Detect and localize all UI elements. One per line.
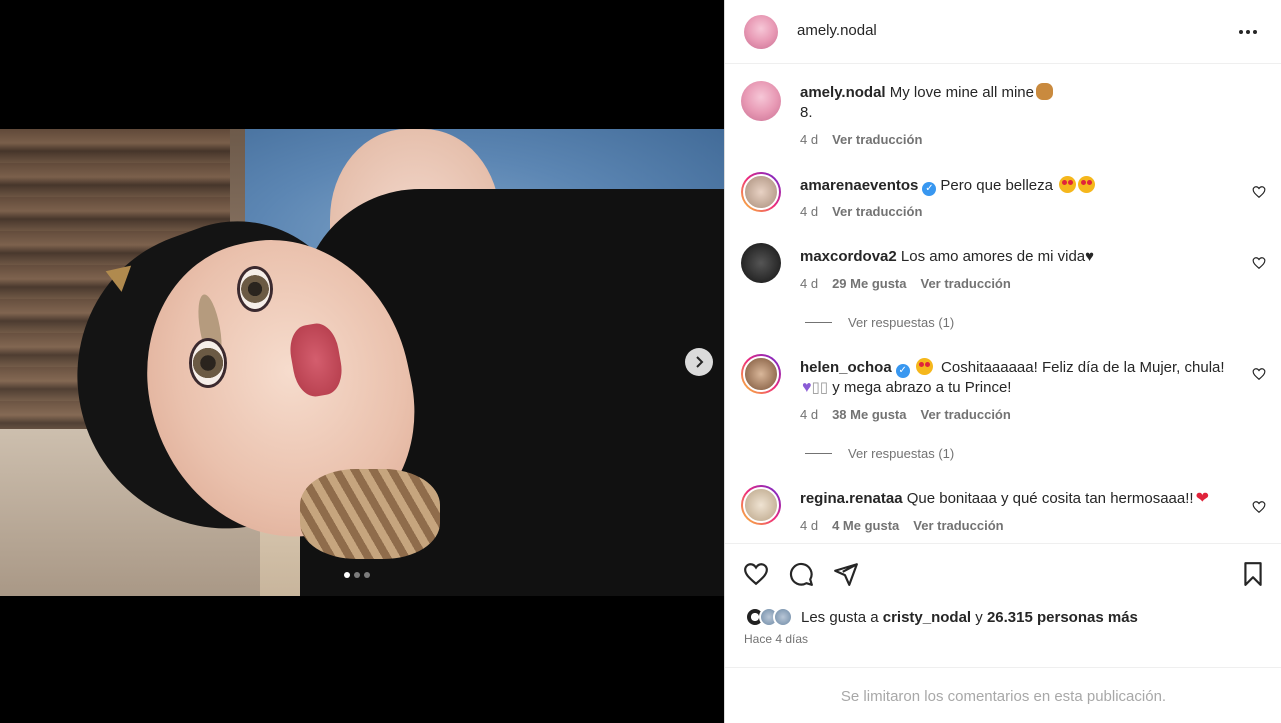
comment-meta: 4 d 4 Me gusta Ver traducción bbox=[800, 518, 1004, 533]
see-translation-link[interactable]: Ver traducción bbox=[921, 407, 1011, 422]
bookmark-icon[interactable] bbox=[1240, 561, 1266, 587]
carousel-dot bbox=[364, 572, 370, 578]
photo-hair bbox=[300, 469, 440, 559]
avatar[interactable] bbox=[741, 243, 781, 283]
carousel-dots bbox=[344, 572, 370, 578]
view-replies-button[interactable]: Ver respuestas (1) bbox=[805, 446, 954, 461]
heart-eyes-emoji-icon bbox=[915, 358, 933, 375]
comment-time[interactable]: 4 d bbox=[800, 518, 818, 533]
avatar[interactable] bbox=[741, 81, 781, 121]
comment-text: Los amo amores de mi vida♥ bbox=[900, 248, 1095, 265]
like-comment-heart-icon[interactable] bbox=[1252, 185, 1266, 199]
comment-icon[interactable] bbox=[788, 561, 814, 587]
comment-username[interactable]: amarenaeventos bbox=[800, 177, 918, 194]
comment-body: helen_ochoa ✓ Coshitaaaaaa! Feliz día de … bbox=[800, 358, 1230, 398]
comment-body: maxcordova2 Los amo amores de mi vida♥ bbox=[800, 247, 1230, 267]
purple-heart-emoji-icon: ♥ bbox=[802, 379, 812, 396]
comments-limited-notice: Se limitaron los comentarios en esta pub… bbox=[725, 667, 1281, 723]
more-options-button[interactable] bbox=[1239, 22, 1263, 42]
comment-meta: 4 d 29 Me gusta Ver traducción bbox=[800, 276, 1011, 291]
post-time[interactable]: Hace 4 días bbox=[744, 632, 808, 646]
comments-list[interactable]: amely.nodal My love mine all mine 8. 4 d… bbox=[725, 65, 1281, 543]
comment-username[interactable]: amely.nodal bbox=[800, 84, 886, 101]
comment-text: Que bonitaaa y qué cosita tan hermosaaa!… bbox=[906, 490, 1194, 507]
others-likes-link[interactable]: 26.315 personas más bbox=[987, 609, 1138, 626]
likes-prefix: Les gusta a bbox=[801, 608, 879, 626]
photo-eye bbox=[192, 341, 224, 385]
comment-time[interactable]: 4 d bbox=[800, 204, 818, 219]
carousel-next-button[interactable] bbox=[685, 348, 713, 376]
avatar[interactable] bbox=[741, 172, 781, 212]
caption-line2: 8. bbox=[800, 104, 813, 121]
see-translation-link[interactable]: Ver traducción bbox=[913, 518, 1003, 533]
carousel-dot bbox=[354, 572, 360, 578]
likes-and: y bbox=[975, 608, 983, 626]
comment-time[interactable]: 4 d bbox=[800, 407, 818, 422]
media-pane bbox=[0, 0, 724, 723]
comment-username[interactable]: maxcordova2 bbox=[800, 248, 897, 265]
avatar[interactable] bbox=[741, 485, 781, 525]
chevron-right-icon bbox=[696, 356, 704, 368]
comment-time[interactable]: 4 d bbox=[800, 276, 818, 291]
post-photo[interactable] bbox=[0, 129, 724, 596]
more-icon bbox=[1239, 30, 1243, 34]
heart-icon[interactable] bbox=[743, 561, 769, 587]
comment-text-line2: y mega abrazo a tu Prince! bbox=[832, 379, 1012, 396]
liker-avatars bbox=[745, 607, 793, 627]
comment-likes[interactable]: 29 Me gusta bbox=[832, 276, 906, 291]
verified-icon: ✓ bbox=[922, 182, 937, 196]
see-translation-link[interactable]: Ver traducción bbox=[832, 204, 922, 219]
heart-eyes-emoji-icon bbox=[1059, 176, 1077, 193]
comments-limited-text: Se limitaron los comentarios en esta pub… bbox=[840, 687, 1167, 705]
like-comment-heart-icon[interactable] bbox=[1252, 500, 1266, 514]
liker-username[interactable]: cristy_nodal bbox=[883, 609, 971, 626]
photo-eye bbox=[240, 269, 270, 309]
author-avatar[interactable] bbox=[744, 15, 778, 49]
post-header: amely.nodal bbox=[725, 0, 1281, 64]
reply-divider bbox=[805, 453, 832, 454]
view-replies-label[interactable]: Ver respuestas (1) bbox=[848, 446, 954, 461]
comment-body: amarenaeventos ✓ Pero que belleza bbox=[800, 176, 1230, 196]
view-replies-label[interactable]: Ver respuestas (1) bbox=[848, 315, 954, 330]
caption-body: amely.nodal My love mine all mine 8. bbox=[800, 83, 1230, 123]
bear-emoji-icon bbox=[1035, 83, 1053, 100]
heart-eyes-emoji-icon bbox=[1078, 176, 1096, 193]
reply-divider bbox=[805, 322, 832, 323]
avatar[interactable] bbox=[741, 354, 781, 394]
share-icon[interactable] bbox=[833, 561, 859, 587]
see-translation-link[interactable]: Ver traducción bbox=[921, 276, 1011, 291]
comment-likes[interactable]: 4 Me gusta bbox=[832, 518, 899, 533]
likes-summary: Les gusta a cristy_nodal y 26.315 person… bbox=[745, 607, 1138, 627]
comment-username[interactable]: helen_ochoa bbox=[800, 359, 892, 376]
avatar bbox=[773, 607, 793, 627]
comment-text: Pero que belleza bbox=[940, 177, 1053, 194]
comment-username[interactable]: regina.renataa bbox=[800, 490, 903, 507]
caption-text: My love mine all mine bbox=[889, 84, 1034, 101]
post-panel: amely.nodal amely.nodal My love mine all… bbox=[724, 0, 1281, 723]
comment-likes[interactable]: 38 Me gusta bbox=[832, 407, 906, 422]
red-heart-emoji-icon: ❤ bbox=[1195, 490, 1209, 507]
like-comment-heart-icon[interactable] bbox=[1252, 256, 1266, 270]
view-replies-button[interactable]: Ver respuestas (1) bbox=[805, 315, 954, 330]
see-translation-link[interactable]: Ver traducción bbox=[832, 132, 922, 147]
author-username[interactable]: amely.nodal bbox=[797, 22, 877, 39]
comment-meta: 4 d Ver traducción bbox=[800, 132, 922, 147]
comment-meta: 4 d Ver traducción bbox=[800, 204, 922, 219]
verified-icon: ✓ bbox=[895, 364, 910, 378]
comment-body: regina.renataa Que bonitaaa y qué cosita… bbox=[800, 489, 1230, 509]
like-comment-heart-icon[interactable] bbox=[1252, 367, 1266, 381]
post-actions: Les gusta a cristy_nodal y 26.315 person… bbox=[725, 543, 1281, 723]
comment-meta: 4 d 38 Me gusta Ver traducción bbox=[800, 407, 1011, 422]
comment-text: Coshitaaaaaa! Feliz día de la Mujer, chu… bbox=[941, 359, 1225, 376]
missing-glyph-icon: ▯▯ bbox=[811, 379, 829, 396]
comment-time[interactable]: 4 d bbox=[800, 132, 818, 147]
carousel-dot bbox=[344, 572, 350, 578]
